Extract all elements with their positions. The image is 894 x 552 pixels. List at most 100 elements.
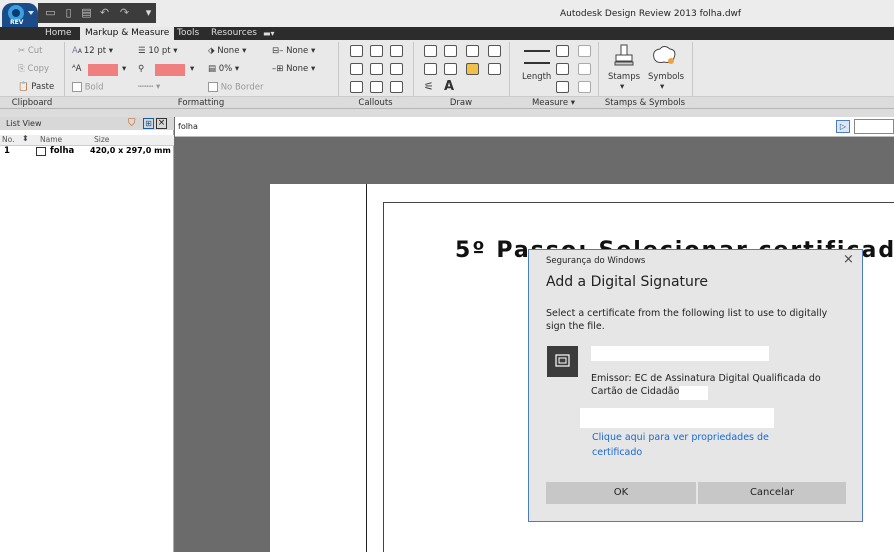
text-color-swatch[interactable] [88, 64, 118, 76]
col-no[interactable]: No. [2, 135, 14, 144]
bold-toggle[interactable]: Bold [72, 82, 104, 93]
line-start-icon: ⊟– [272, 46, 287, 56]
cut-label: Cut [27, 46, 43, 56]
draw-line-icon[interactable] [424, 45, 437, 57]
fill-dropdown[interactable]: ⬗ None ▾ [208, 46, 246, 56]
callout-link-icon[interactable] [370, 63, 383, 75]
paste-button[interactable]: 📋 Paste [18, 82, 54, 92]
fill-color-button[interactable]: ⚲ [138, 64, 144, 74]
undo-icon[interactable]: ↶ [98, 6, 111, 19]
col-size[interactable]: Size [94, 135, 109, 144]
length-label[interactable]: Length [522, 72, 551, 82]
list-filter-icon[interactable]: ⛉ [128, 118, 136, 129]
draw-shape-icon[interactable] [488, 63, 501, 75]
measure-path-icon[interactable] [556, 63, 569, 75]
line-weight-dropdown[interactable]: ☰ 10 pt ▾ [138, 46, 178, 56]
stamps-label[interactable]: Stamps [608, 72, 640, 82]
stamps-dropdown-icon[interactable]: ▾ [620, 82, 624, 92]
tab-options-icon[interactable]: ▬▾ [258, 27, 280, 40]
col-name[interactable]: Name [40, 135, 62, 144]
no-border-toggle[interactable]: No Border [208, 82, 263, 93]
fill-color-swatch[interactable] [155, 64, 185, 76]
tab-home[interactable]: Home [40, 27, 77, 40]
symbols-label[interactable]: Symbols [648, 72, 684, 82]
dialog-title: Add a Digital Signature [546, 274, 708, 290]
list-view-title: List View [6, 119, 42, 128]
group-label-callouts: Callouts [358, 98, 393, 108]
copy-icon: ⎘ [18, 64, 28, 74]
measure-grid-icon[interactable] [578, 81, 591, 93]
measure-calibrate-icon[interactable] [578, 63, 591, 75]
cancel-button[interactable]: Cancelar [698, 482, 846, 504]
font-size-value: 12 pt [83, 46, 107, 56]
callout-arrow-icon[interactable] [370, 81, 383, 93]
certificate-issuer: Emissor: EC de Assinatura Digital Qualif… [591, 373, 821, 397]
draw-freehand-icon[interactable]: ⚟ [424, 80, 434, 93]
symbols-icon[interactable] [650, 44, 678, 68]
callout-polyline-icon[interactable] [390, 45, 403, 57]
stamps-icon[interactable] [614, 44, 634, 68]
line-start-dropdown[interactable]: ⊟– None ▾ [272, 46, 315, 56]
draw-box-icon[interactable] [488, 45, 501, 57]
select-tool-icon[interactable]: ▷ [836, 120, 850, 133]
callout-text-icon[interactable] [390, 81, 403, 93]
list-settings-icon[interactable]: ⊞ [143, 118, 154, 129]
opacity-dropdown[interactable]: ▤ 0% ▾ [208, 64, 239, 74]
certificate-name-field[interactable] [591, 346, 769, 361]
save-icon[interactable]: ▯ [62, 6, 75, 19]
draw-ellipse-icon[interactable] [444, 63, 457, 75]
app-logo-text: REV [10, 19, 24, 26]
draw-pencil-icon[interactable] [466, 45, 479, 57]
fill-color-icon: ⚲ [138, 64, 145, 74]
callout-cloud-icon[interactable] [370, 45, 383, 57]
callout-note-icon[interactable] [390, 63, 403, 75]
certificate-icon[interactable] [547, 346, 578, 377]
tab-markup-measure[interactable]: Markup & Measure [80, 27, 175, 40]
group-label-stamps-symbols: Stamps & Symbols [604, 98, 686, 108]
close-icon[interactable]: × [843, 252, 854, 267]
certificate-properties-link[interactable]: Clique aqui para ver propriedades de cer… [592, 430, 782, 460]
certificate-validity-field[interactable] [580, 408, 774, 428]
line-end-dropdown[interactable]: –⊞ None ▾ [272, 64, 315, 74]
list-close-icon[interactable]: × [156, 118, 167, 129]
line-style-dropdown[interactable]: ┅┅┅ ▾ [138, 82, 160, 92]
fill-icon: ⬗ [208, 46, 218, 56]
list-row[interactable]: 1 folha 420,0 x 297,0 mm [0, 146, 174, 157]
cut-button[interactable]: ✂ Cut [18, 46, 42, 56]
redo-icon[interactable]: ↷ [118, 6, 131, 19]
draw-rectangle-icon[interactable] [444, 45, 457, 57]
draw-polyline-icon[interactable] [424, 63, 437, 75]
no-border-checkbox[interactable] [208, 82, 218, 92]
callout-search-icon[interactable] [350, 63, 363, 75]
text-color-button[interactable]: ᴬA [72, 64, 81, 74]
fill-color-dropdown-icon[interactable]: ▾ [190, 64, 194, 74]
cut-icon: ✂ [18, 46, 28, 56]
open-icon[interactable]: ▭ [44, 6, 57, 19]
app-logo[interactable]: REV [2, 3, 38, 27]
ok-button[interactable]: OK [546, 482, 696, 504]
copy-button[interactable]: ⎘ Copy [18, 64, 49, 74]
document-tab[interactable]: folha [178, 122, 198, 131]
line-style-icon: ┅┅┅ [138, 82, 154, 92]
tab-resources[interactable]: Resources [206, 27, 262, 40]
length-icon[interactable] [524, 50, 550, 64]
measure-area-icon[interactable] [556, 45, 569, 57]
group-label-measure[interactable]: Measure ▾ [509, 98, 598, 109]
row-no: 1 [4, 146, 10, 156]
row-name: folha [50, 146, 75, 156]
draw-highlight-icon[interactable] [466, 63, 479, 75]
callout-pen-icon[interactable] [350, 81, 363, 93]
qat-dropdown-icon[interactable]: ▾ [142, 6, 155, 19]
text-color-dropdown-icon[interactable]: ▾ [122, 64, 126, 74]
draw-text-icon[interactable]: A [444, 79, 454, 94]
sort-icon[interactable]: ⬍ [22, 134, 29, 143]
print-icon[interactable]: ▤ [80, 6, 93, 19]
symbols-dropdown-icon[interactable]: ▾ [660, 82, 664, 92]
measure-triangle-icon[interactable] [556, 81, 569, 93]
bold-checkbox[interactable] [72, 82, 82, 92]
font-size-dropdown[interactable]: AA 12 pt ▾ [72, 46, 113, 56]
callout-rect-icon[interactable] [350, 45, 363, 57]
measure-angle-icon[interactable] [578, 45, 591, 57]
zoom-input[interactable] [854, 119, 894, 134]
tab-tools[interactable]: Tools [172, 27, 204, 40]
